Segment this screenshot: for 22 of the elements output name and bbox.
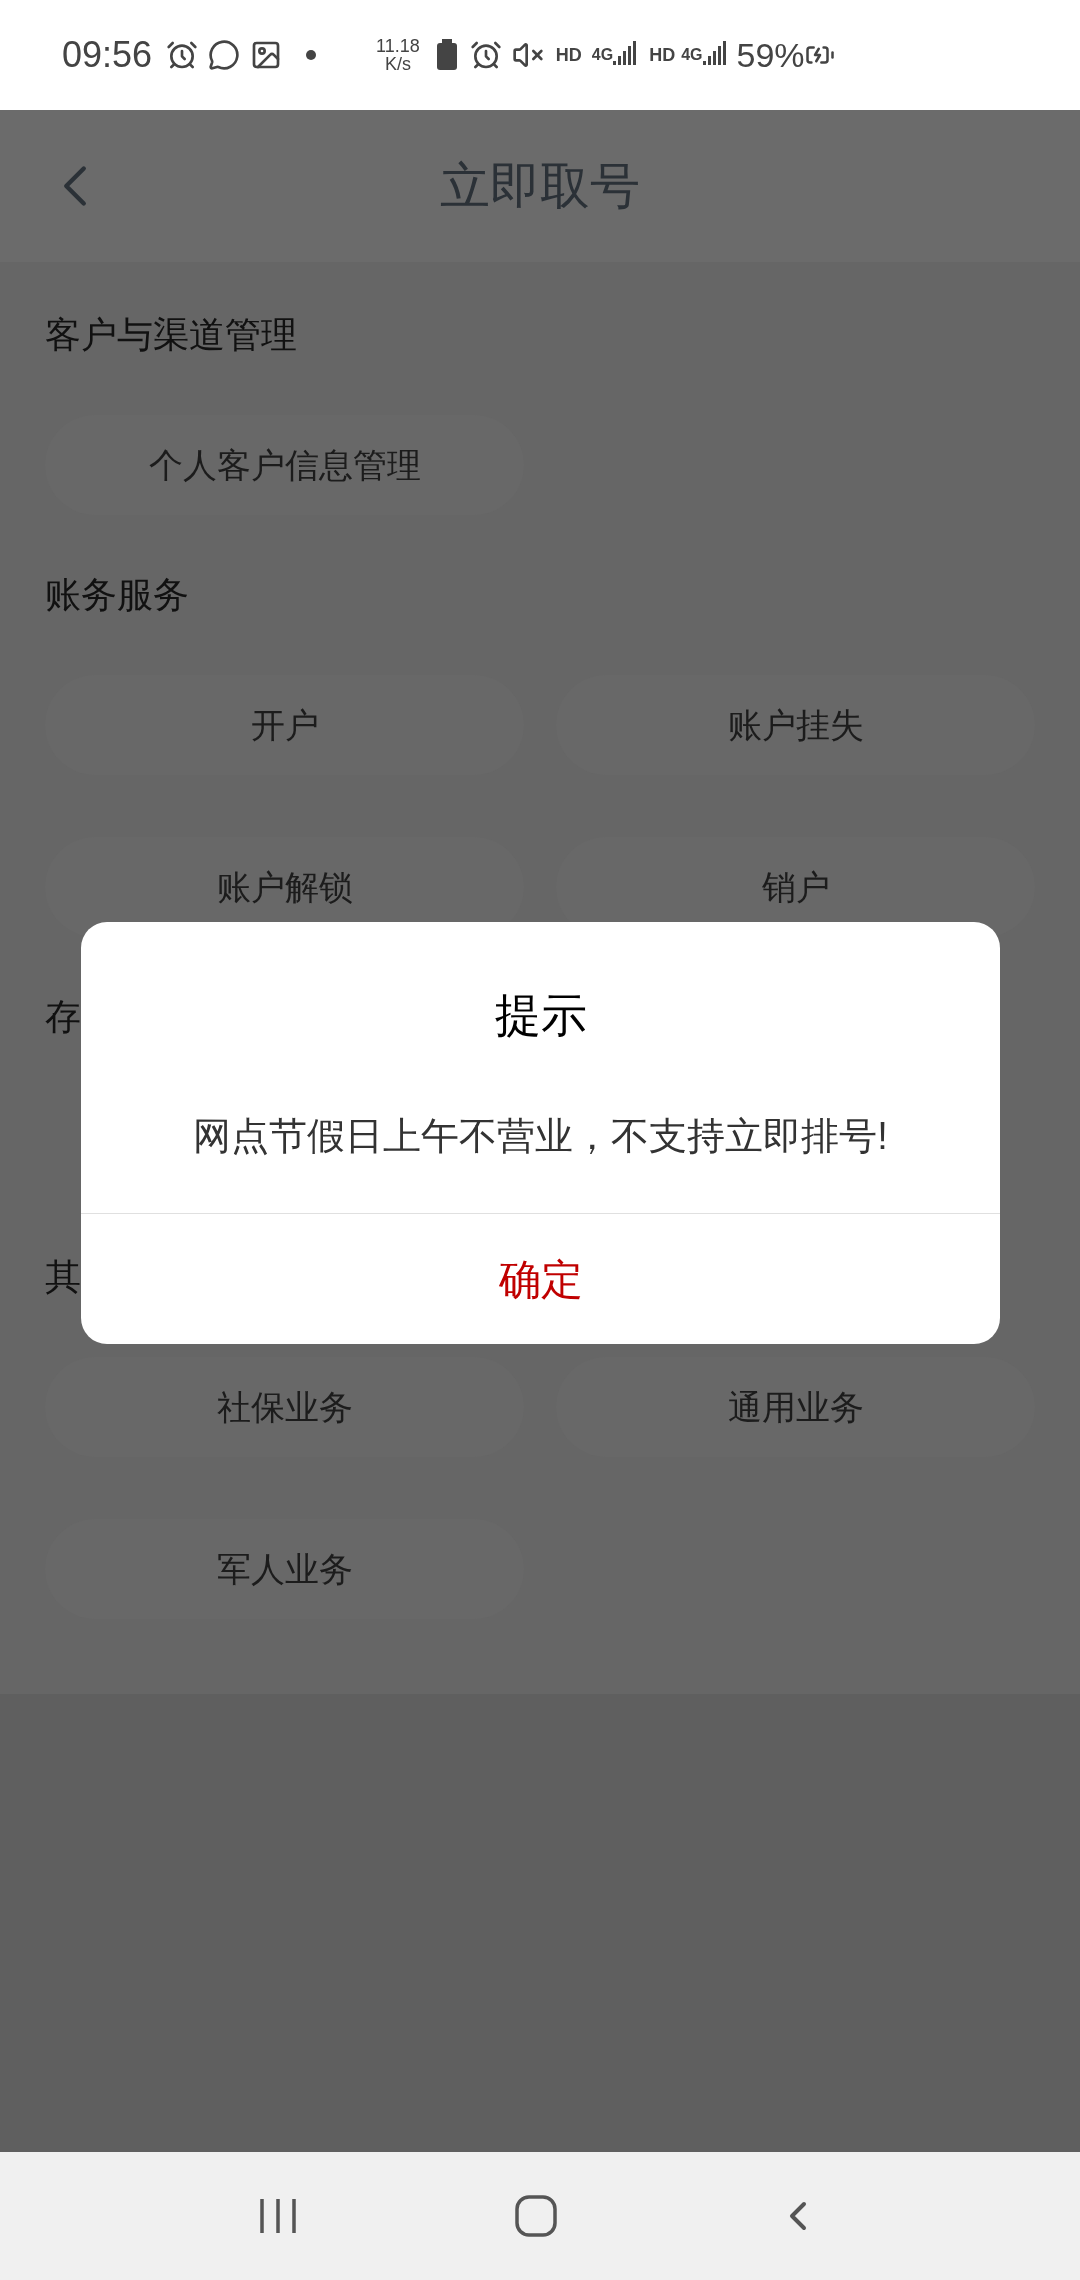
chat-icon (208, 39, 241, 71)
hd-label: HD (555, 43, 582, 67)
network-type: 4G (591, 45, 614, 65)
dialog-message: 网点节假日上午不营业，不支持立即排号! (193, 1114, 888, 1159)
clock-time: 09:56 (62, 33, 153, 77)
alarm-icon (166, 39, 199, 71)
dialog-title: 提示 (494, 987, 587, 1043)
section-title: 账务服务 (45, 573, 189, 617)
page-title: 立即取号 (440, 156, 640, 216)
section-title: 客户与渠道管理 (45, 313, 297, 357)
speed-value: 11.18 (376, 37, 420, 55)
hd-label: HD (649, 43, 676, 67)
speed-unit: K/s (384, 55, 411, 73)
battery-percent: 59% (736, 34, 805, 76)
network-type: 4G (681, 45, 703, 65)
home-icon[interactable] (514, 2194, 558, 2238)
section-title: 存 (45, 995, 81, 1039)
recent-apps-icon[interactable] (258, 2197, 298, 2235)
alarm-icon (469, 39, 502, 71)
battery-saver-icon (435, 39, 458, 71)
section-title: 其 (45, 1255, 81, 1299)
confirm-button[interactable]: 确定 (81, 1214, 1000, 1344)
